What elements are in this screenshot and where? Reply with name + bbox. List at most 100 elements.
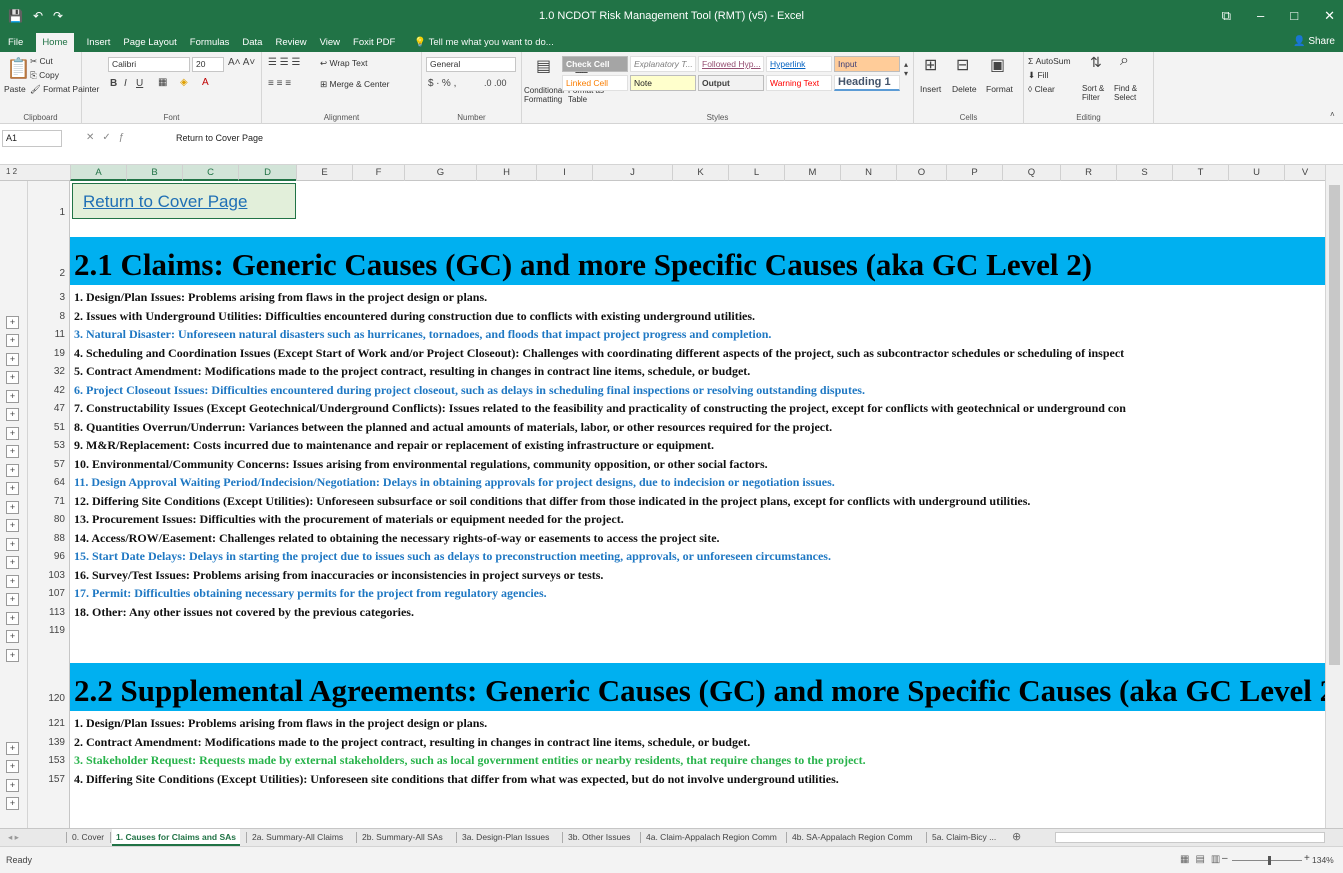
row-number[interactable]: 119 bbox=[49, 625, 65, 636]
tab-formulas[interactable]: Formulas bbox=[190, 37, 230, 48]
insert-cells-icon[interactable]: ⊞ bbox=[924, 55, 937, 75]
formula-input[interactable]: Return to Cover Page bbox=[176, 133, 263, 143]
delete-cells-icon[interactable]: ⊟ bbox=[956, 55, 969, 75]
expand-group-button[interactable]: + bbox=[6, 353, 19, 366]
collapse-ribbon-icon[interactable]: ˄ bbox=[1330, 110, 1335, 119]
claims-cause-row[interactable]: 13. Procurement Issues: Difficulties wit… bbox=[74, 512, 624, 527]
claims-cause-row[interactable]: 1. Design/Plan Issues: Problems arising … bbox=[74, 290, 487, 305]
expand-group-button[interactable]: + bbox=[6, 501, 19, 514]
tab-home[interactable]: Home bbox=[36, 33, 74, 52]
style-note[interactable]: Note bbox=[630, 75, 696, 91]
view-buttons[interactable]: ▦▤▥ bbox=[1180, 854, 1226, 865]
accounting-format-icon[interactable]: $ ∙ % , bbox=[428, 78, 456, 89]
row-number[interactable]: 47 bbox=[54, 403, 65, 414]
claims-cause-row[interactable]: 14. Access/ROW/Easement: Challenges rela… bbox=[74, 531, 720, 546]
expand-group-button[interactable]: + bbox=[6, 649, 19, 662]
row-number[interactable]: 80 bbox=[54, 514, 65, 525]
zoom-slider-thumb[interactable] bbox=[1268, 856, 1271, 865]
clear-button[interactable]: ◊ Clear bbox=[1028, 84, 1055, 94]
return-to-cover-link[interactable]: Return to Cover Page bbox=[83, 192, 247, 212]
align-left-icon[interactable]: ≡ ≡ ≡ bbox=[268, 78, 291, 89]
font-color-icon[interactable]: A bbox=[202, 77, 209, 88]
column-header-n[interactable]: N bbox=[840, 165, 896, 181]
style-linked-cell[interactable]: Linked Cell bbox=[562, 75, 628, 91]
sort-filter-button[interactable]: Sort & Filter bbox=[1082, 84, 1118, 102]
expand-group-button[interactable]: + bbox=[6, 593, 19, 606]
zoom-slider[interactable] bbox=[1232, 860, 1302, 861]
name-box[interactable]: A1 bbox=[2, 130, 62, 147]
claims-cause-row[interactable]: 4. Scheduling and Coordination Issues (E… bbox=[74, 346, 1124, 361]
style-followed-hyperlink[interactable]: Followed Hyp... bbox=[698, 56, 764, 72]
paste-button[interactable]: Paste bbox=[4, 84, 26, 94]
expand-group-button[interactable]: + bbox=[6, 797, 19, 810]
column-header-c[interactable]: C bbox=[182, 165, 238, 181]
fill-button[interactable]: ⬇ Fill bbox=[1028, 70, 1048, 81]
row-number[interactable]: 53 bbox=[54, 440, 65, 451]
underline-icon[interactable]: U bbox=[136, 78, 143, 89]
restore-icon[interactable]: □ bbox=[1290, 8, 1298, 24]
claims-cause-row[interactable]: 18. Other: Any other issues not covered … bbox=[74, 605, 414, 620]
cut-button[interactable]: ✂ Cut bbox=[30, 56, 53, 67]
column-header-t[interactable]: T bbox=[1172, 165, 1228, 181]
row-number[interactable]: 57 bbox=[54, 459, 65, 470]
borders-icon[interactable]: ▦ bbox=[158, 77, 167, 88]
tab-review[interactable]: Review bbox=[275, 37, 306, 48]
find-select-button[interactable]: Find & Select bbox=[1114, 84, 1152, 102]
expand-group-button[interactable]: + bbox=[6, 427, 19, 440]
column-header-u[interactable]: U bbox=[1228, 165, 1284, 181]
sa-cause-row[interactable]: 1. Design/Plan Issues: Problems arising … bbox=[74, 716, 487, 731]
expand-group-button[interactable]: + bbox=[6, 408, 19, 421]
expand-group-button[interactable]: + bbox=[6, 575, 19, 588]
cell-a1-selected[interactable]: Return to Cover Page bbox=[72, 183, 296, 219]
row-number[interactable]: 8 bbox=[59, 311, 65, 322]
column-header-e[interactable]: E bbox=[296, 165, 352, 181]
sheet-tab-design-plan[interactable]: 3a. Design-Plan Issues bbox=[462, 829, 549, 846]
tab-foxit-pdf[interactable]: Foxit PDF bbox=[353, 37, 395, 48]
claims-cause-row[interactable]: 11. Design Approval Waiting Period/Indec… bbox=[74, 475, 835, 490]
font-size-select[interactable]: 20 bbox=[192, 57, 224, 72]
merge-center-button[interactable]: ⊞ Merge & Center bbox=[320, 79, 389, 90]
row-number[interactable]: 103 bbox=[48, 570, 65, 581]
sheet-nav-arrows[interactable]: ◂ ▸ bbox=[8, 829, 19, 846]
worksheet-grid[interactable]: Return to Cover Page 2.1 Claims: Generic… bbox=[70, 181, 1325, 828]
claims-cause-row[interactable]: 16. Survey/Test Issues: Problems arising… bbox=[74, 568, 603, 583]
style-input[interactable]: Input bbox=[834, 56, 900, 72]
style-check-cell[interactable]: Check Cell bbox=[562, 56, 628, 72]
expand-group-button[interactable]: + bbox=[6, 334, 19, 347]
horizontal-scrollbar[interactable] bbox=[1055, 832, 1325, 843]
font-name-select[interactable]: Calibri bbox=[108, 57, 190, 72]
sheet-tab-cover[interactable]: 0. Cover bbox=[72, 829, 104, 846]
row-number[interactable]: 71 bbox=[54, 496, 65, 507]
sheet-tab-other-issues[interactable]: 3b. Other Issues bbox=[568, 829, 630, 846]
row-number[interactable]: 3 bbox=[59, 292, 65, 303]
claims-cause-row[interactable]: 3. Natural Disaster: Unforeseen natural … bbox=[74, 327, 771, 342]
row-number[interactable]: 96 bbox=[54, 551, 65, 562]
tab-data[interactable]: Data bbox=[242, 37, 262, 48]
style-warning-text[interactable]: Warning Text bbox=[766, 75, 832, 91]
claims-cause-row[interactable]: 7. Constructability Issues (Except Geote… bbox=[74, 401, 1126, 416]
add-sheet-icon[interactable]: ⊕ bbox=[1012, 829, 1021, 846]
minimize-icon[interactable]: – bbox=[1257, 8, 1264, 24]
autosum-button[interactable]: Σ AutoSum bbox=[1028, 56, 1071, 66]
column-header-v[interactable]: V bbox=[1284, 165, 1325, 181]
format-button[interactable]: Format bbox=[986, 84, 1013, 94]
tab-file[interactable]: File bbox=[8, 37, 23, 48]
close-icon[interactable]: ✕ bbox=[1324, 8, 1335, 24]
number-format-select[interactable]: General bbox=[426, 57, 516, 72]
row-number[interactable]: 19 bbox=[54, 348, 65, 359]
claims-cause-row[interactable]: 6. Project Closeout Issues: Difficulties… bbox=[74, 383, 865, 398]
sheet-tab-sa-appalach[interactable]: 4b. SA-Appalach Region Comm bbox=[792, 829, 912, 846]
sort-filter-icon[interactable]: ⇅ bbox=[1090, 54, 1102, 71]
row-number[interactable]: 42 bbox=[54, 385, 65, 396]
column-header-o[interactable]: O bbox=[896, 165, 946, 181]
expand-group-button[interactable]: + bbox=[6, 445, 19, 458]
format-cells-icon[interactable]: ▣ bbox=[990, 55, 1005, 75]
sa-cause-row[interactable]: 2. Contract Amendment: Modifications mad… bbox=[74, 735, 750, 750]
claims-cause-row[interactable]: 10. Environmental/Community Concerns: Is… bbox=[74, 457, 768, 472]
column-header-l[interactable]: L bbox=[728, 165, 784, 181]
row-number[interactable]: 1 bbox=[59, 207, 65, 218]
copy-button[interactable]: ⎘ Copy bbox=[30, 70, 59, 81]
claims-cause-row[interactable]: 5. Contract Amendment: Modifications mad… bbox=[74, 364, 750, 379]
row-number[interactable]: 120 bbox=[48, 693, 65, 704]
expand-group-button[interactable]: + bbox=[6, 742, 19, 755]
